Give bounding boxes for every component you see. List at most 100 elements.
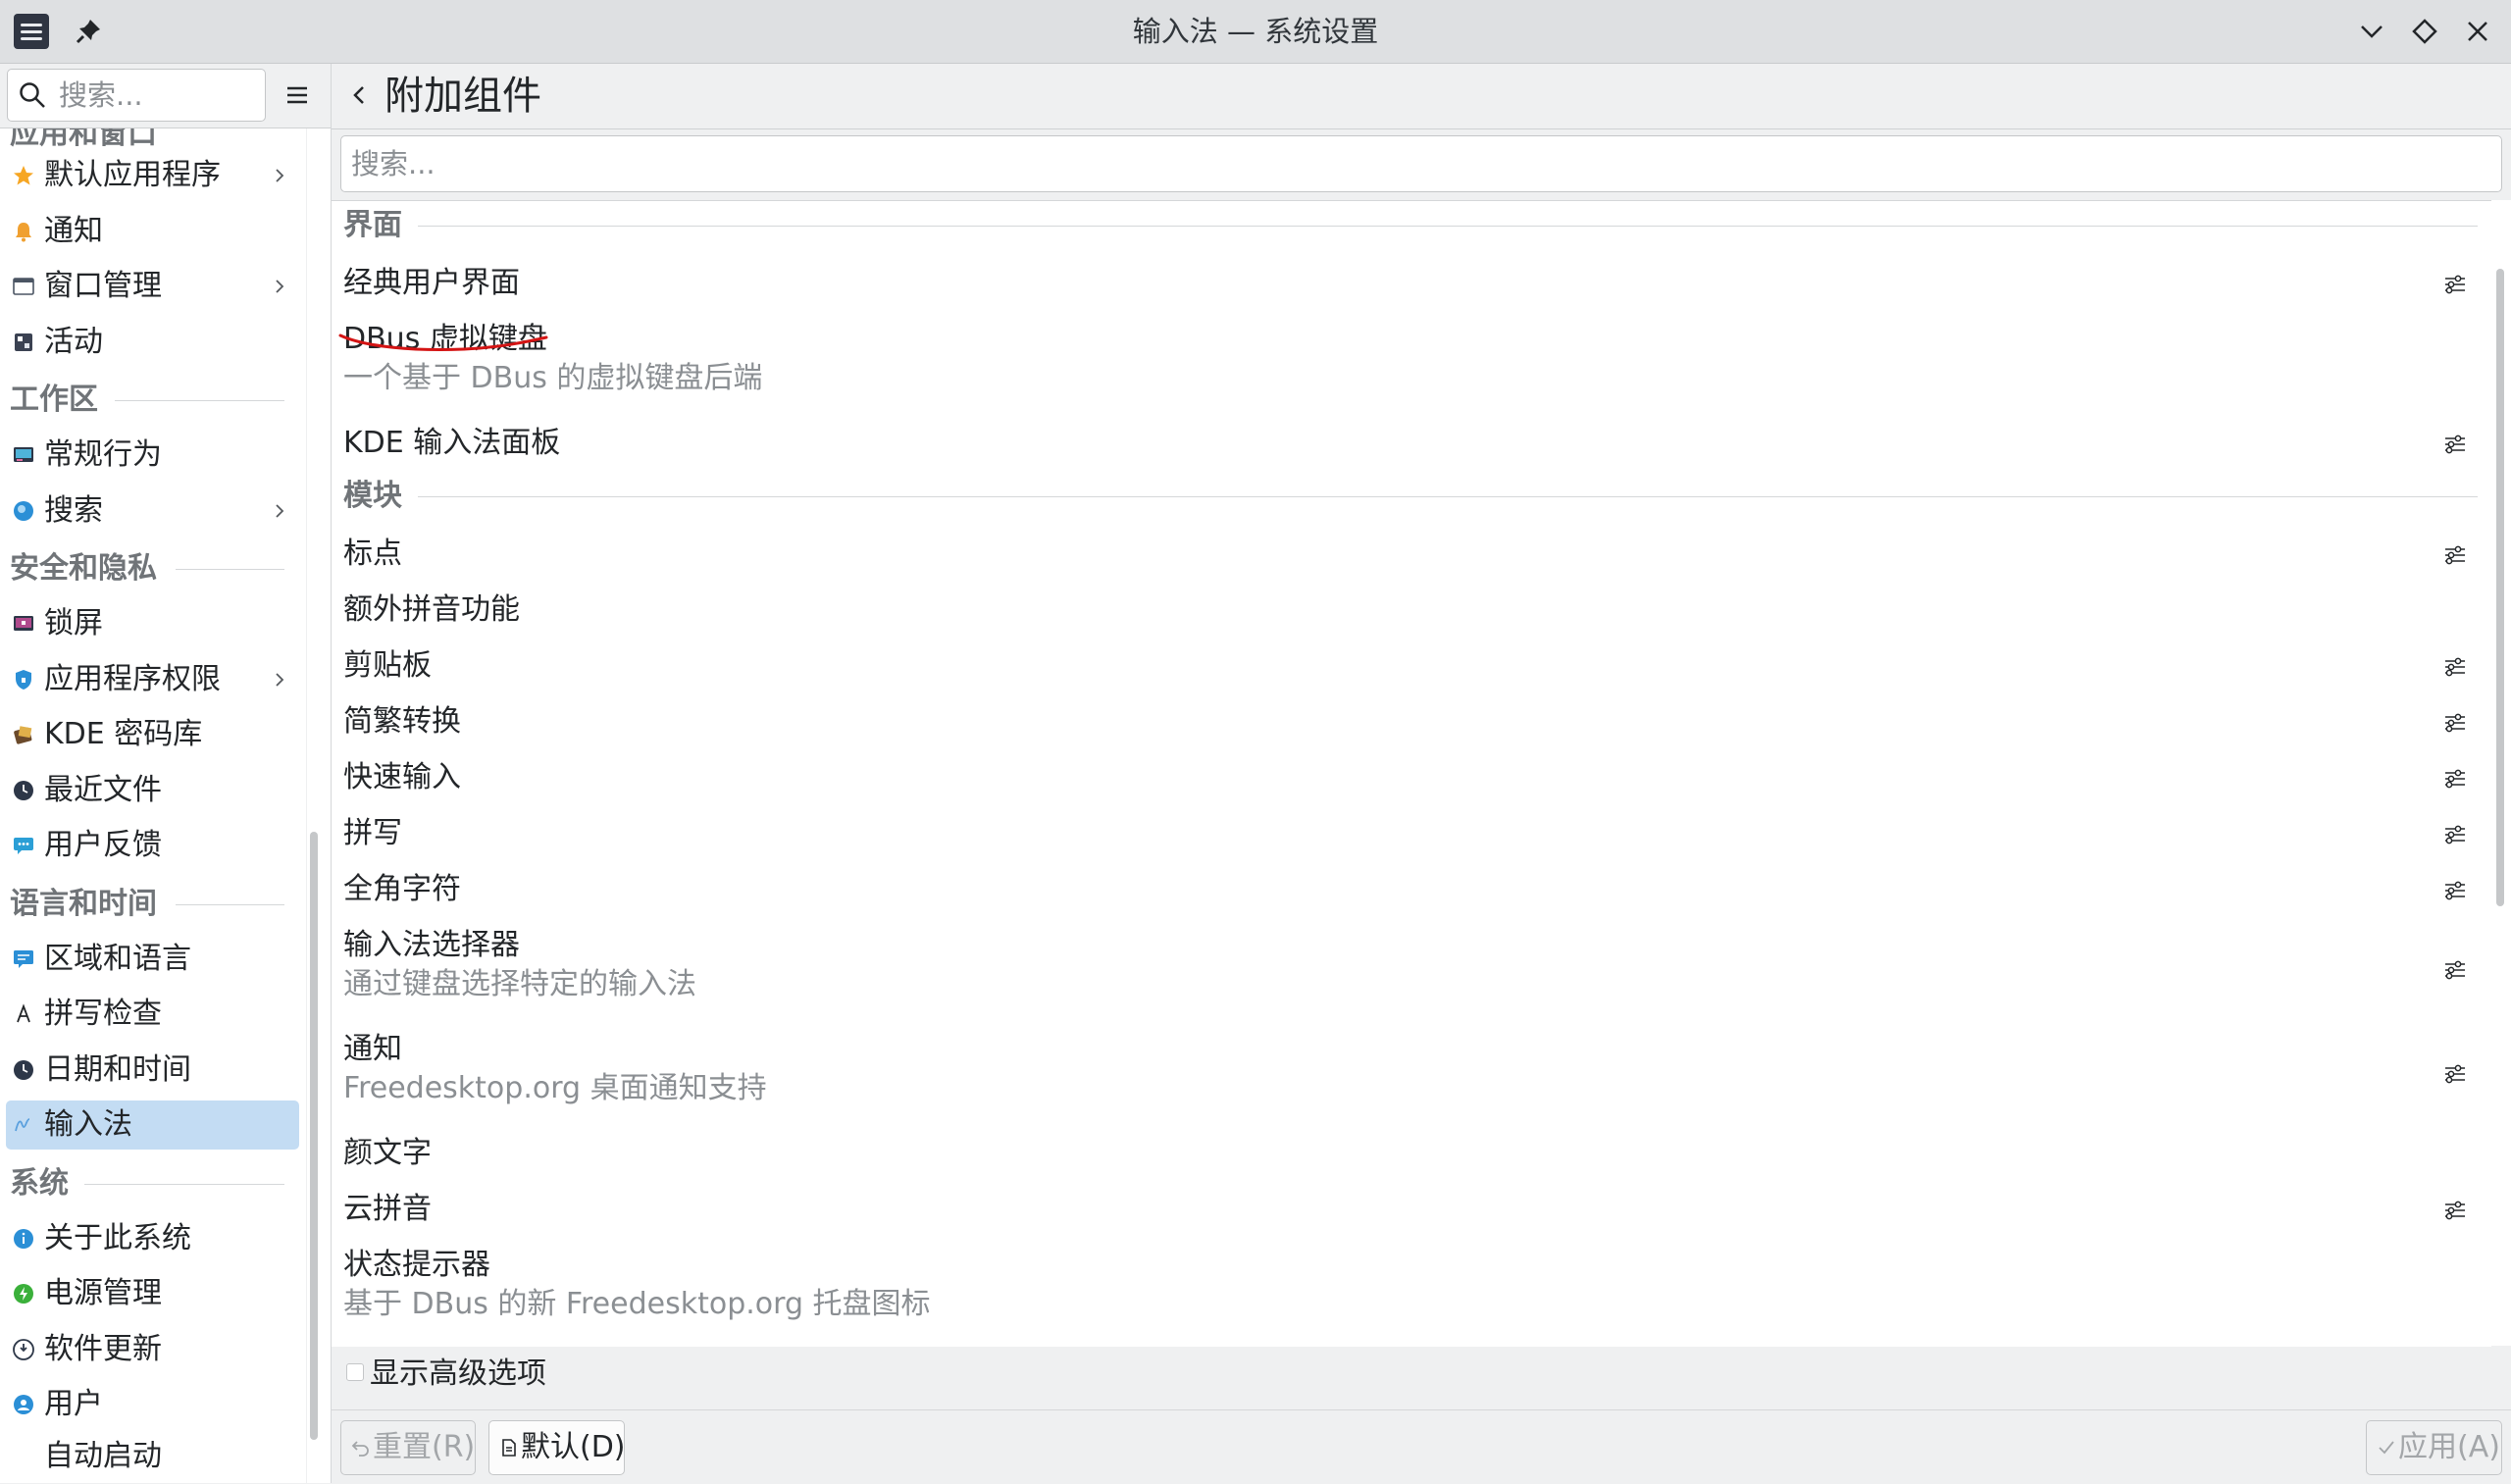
sidebar-item-star[interactable]: 默认应用程序 [6, 151, 299, 200]
sidebar-item-wallet[interactable]: KDE 密码库 [6, 710, 299, 759]
addon-row[interactable]: 经典用户界面 [332, 256, 2470, 312]
sidebar-item-label: 锁屏 [44, 606, 103, 640]
sidebar-item-label: 搜索 [44, 492, 103, 528]
addons-scrollbar[interactable] [2491, 200, 2511, 1346]
addon-name: 全角字符 [343, 872, 461, 906]
addon-row[interactable]: 剪贴板 [332, 639, 2470, 694]
addon-row[interactable]: 标点 [332, 527, 2470, 583]
addon-row[interactable]: 状态提示器 基于 DBus 的新 Freedesktop.org 托盘图标 [332, 1238, 2470, 1342]
sidebar-scrollbar[interactable] [310, 832, 318, 1440]
window-title: 输入法 — 系统设置 [1132, 15, 1379, 48]
section-divider [418, 226, 2478, 227]
page-title: 附加组件 [384, 74, 541, 119]
sidebar-item-label: 应用程序权限 [44, 661, 221, 696]
addon-name: 简繁转换 [343, 704, 461, 739]
sidebar-item-power[interactable]: 电源管理 [6, 1269, 299, 1318]
addon-name: 经典用户界面 [343, 266, 520, 300]
sidebar-category-title: 语言和时间 [10, 886, 157, 921]
back-chevron-icon[interactable] [345, 81, 373, 109]
sidebar-item-update[interactable]: 软件更新 [6, 1325, 299, 1374]
addons-search-input[interactable]: 搜索... [340, 135, 2502, 192]
sidebar-item-lock-screen[interactable]: 锁屏 [6, 599, 299, 648]
sidebar-item-label: 用户 [44, 1387, 103, 1421]
sidebar-item-search-globe[interactable]: 搜索 [6, 486, 299, 536]
sidebar-item-label: KDE 密码库 [44, 717, 203, 751]
sidebar-item-input-method[interactable]: 输入法 [6, 1100, 299, 1150]
show-advanced-checkbox[interactable] [346, 1363, 364, 1381]
info-icon [12, 1227, 35, 1251]
configure-icon[interactable] [2442, 654, 2468, 680]
reset-button[interactable]: 重置(R) [340, 1420, 476, 1475]
addon-row[interactable]: 额外拼音功能 [332, 583, 2470, 639]
sidebar-item-region-language[interactable]: 区域和语言 [6, 935, 299, 984]
sidebar-item-label: 关于此系统 [44, 1220, 191, 1255]
sidebar-item-feedback[interactable]: 用户反馈 [6, 821, 299, 870]
configure-icon[interactable] [2442, 1198, 2468, 1223]
configure-icon[interactable] [2442, 710, 2468, 736]
addon-name: 剪贴板 [343, 648, 432, 683]
bell-icon [12, 220, 35, 243]
sidebar-item-label: 区域和语言 [44, 941, 191, 976]
undo-icon [351, 1441, 369, 1457]
sidebar-category-title: 安全和隐私 [10, 551, 157, 586]
addon-row[interactable]: 输入法选择器 通过键盘选择特定的输入法 [332, 918, 2470, 1022]
addons-list: 界面 经典用户界面 DBus 虚拟键盘 一个基于 DBus 的虚拟键盘后端 KDE 输入… [332, 200, 2491, 1347]
sidebar-search-input[interactable]: 搜索... [7, 69, 266, 122]
sidebar-item-spellcheck[interactable]: 拼写检查 [6, 990, 299, 1039]
addons-search-placeholder: 搜索... [351, 147, 436, 180]
star-icon [12, 164, 35, 187]
users-icon [12, 1393, 35, 1416]
addon-row[interactable]: KDE 输入法面板 [332, 416, 2470, 472]
sidebar-item-users[interactable]: 用户 [6, 1380, 299, 1429]
addon-row[interactable]: 云拼音 [332, 1182, 2470, 1238]
configure-icon[interactable] [2442, 1061, 2468, 1087]
addon-row[interactable]: 全角字符 [332, 862, 2470, 918]
annotation-underline [338, 333, 548, 351]
sidebar-item-bell[interactable]: 通知 [6, 207, 299, 256]
document-icon [502, 1439, 516, 1457]
sidebar-category-2: 安全和隐私 [10, 541, 296, 596]
addon-row[interactable]: 简繁转换 [332, 694, 2470, 750]
addon-row[interactable]: 拼写 [332, 806, 2470, 862]
addon-description: 一个基于 DBus 的虚拟键盘后端 [343, 361, 763, 395]
configure-icon[interactable] [2442, 766, 2468, 792]
addon-row[interactable]: 快速输入 [332, 750, 2470, 806]
configure-icon[interactable] [2442, 878, 2468, 903]
sidebar-item-shield[interactable]: 应用程序权限 [6, 655, 299, 704]
apply-button[interactable]: 应用(A) [2366, 1420, 2502, 1475]
sidebar-item-label: 输入法 [44, 1107, 132, 1142]
close-icon[interactable] [2460, 14, 2495, 49]
configure-icon[interactable] [2442, 542, 2468, 568]
sidebar-item-recent-files[interactable]: 最近文件 [6, 766, 299, 815]
sidebar-category-rule [176, 903, 284, 905]
addon-row[interactable]: DBus 虚拟键盘 一个基于 DBus 的虚拟键盘后端 [332, 312, 2470, 416]
checkmark-icon [2379, 1441, 2394, 1455]
section-header: 模块 [343, 479, 402, 513]
clock-icon [12, 1058, 35, 1082]
hamburger-menu-icon[interactable] [283, 81, 311, 109]
sidebar-item-clock[interactable]: 日期和时间 [6, 1046, 299, 1095]
defaults-button[interactable]: 默认(D) [488, 1420, 626, 1475]
addon-row[interactable]: 颜文字 [332, 1126, 2470, 1182]
sidebar-item-info[interactable]: 关于此系统 [6, 1214, 299, 1263]
addon-row[interactable]: 通知 Freedesktop.org 桌面通知支持 [332, 1022, 2470, 1126]
sidebar-item-activities[interactable]: 活动 [6, 318, 299, 367]
show-advanced-option[interactable]: 显示高级选项 [332, 1347, 2511, 1402]
sidebar-item-general-behavior[interactable]: 常规行为 [6, 431, 299, 480]
sidebar-item-partial-bottom[interactable]: 自动启动 [6, 1432, 299, 1481]
show-advanced-label: 显示高级选项 [370, 1356, 546, 1391]
configure-icon[interactable] [2442, 432, 2468, 457]
maximize-icon[interactable] [2407, 14, 2442, 49]
addon-description: 通过键盘选择特定的输入法 [343, 967, 696, 1001]
sidebar-item-window[interactable]: 窗口管理 [6, 262, 299, 311]
sidebar-item-label: 软件更新 [44, 1331, 162, 1366]
addons-scrollbar-thumb[interactable] [2496, 269, 2504, 906]
configure-icon[interactable] [2442, 957, 2468, 983]
page-header: 附加组件 [332, 64, 2511, 129]
sidebar-item-label: 窗口管理 [44, 269, 162, 303]
reset-label: 重置(R) [373, 1430, 476, 1464]
configure-icon[interactable] [2442, 272, 2468, 297]
minimize-icon[interactable] [2354, 14, 2389, 49]
sidebar-search-placeholder: 搜索... [59, 78, 143, 112]
configure-icon[interactable] [2442, 822, 2468, 847]
